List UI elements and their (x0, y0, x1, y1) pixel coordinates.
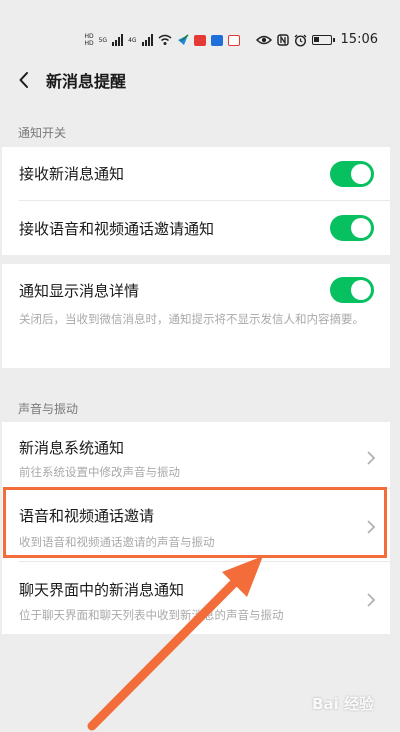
section-label-sound-vibration: 声音与振动 (18, 402, 79, 416)
row-subtitle: 位于聊天界面和聊天列表中收到新消息的声音与振动 (19, 608, 284, 622)
network-5g-label: 5G (98, 36, 108, 44)
show-details-toggle[interactable] (330, 277, 374, 303)
row-subtitle: 收到语音和视频通话邀请的声音与振动 (19, 535, 215, 549)
row-chat-new-msg-notification[interactable]: 聊天界面中的新消息通知 位于聊天界面和聊天列表中收到新消息的声音与振动 (2, 562, 390, 634)
app-notification-icon (193, 34, 206, 46)
sound-vibration-card: 新消息系统通知 前往系统设置中修改声音与振动 语音和视频通话邀请 收到语音和视频… (2, 422, 390, 634)
receive-av-invite-toggle[interactable] (330, 215, 374, 241)
row-receive-av-invite[interactable]: 接收语音和视频通话邀请通知 (2, 201, 390, 255)
hd-badge: HD (84, 40, 94, 47)
app-notification-icon (227, 34, 240, 46)
row-title: 聊天界面中的新消息通知 (19, 581, 185, 599)
screen: HD HD 5G 4G 15:06 新消息提醒 通知开关 接收新消息通知 接收语… (0, 0, 400, 732)
page-title: 新消息提醒 (46, 72, 127, 91)
app-notification-icon (210, 34, 223, 46)
row-title: 语音和视频通话邀请 (19, 507, 155, 525)
chevron-right-icon (367, 593, 376, 607)
row-label: 通知显示消息详情 (19, 281, 140, 300)
status-icons: HD HD 5G 4G 15:06 (84, 32, 378, 48)
send-app-icon (177, 34, 189, 45)
chevron-right-icon (367, 520, 376, 534)
receive-new-msg-toggle[interactable] (330, 160, 374, 187)
section-label-notification-switch: 通知开关 (18, 126, 67, 140)
row-label: 接收语音和视频通话邀请通知 (19, 219, 215, 238)
show-details-description: 关闭后，当收到微信消息时，通知提示将不显示发信人和内容摘要。 (19, 312, 364, 326)
clock-time: 15:06 (340, 32, 378, 47)
hd-badge: HD (84, 33, 94, 40)
row-label: 接收新消息通知 (19, 165, 125, 183)
chevron-right-icon (367, 451, 376, 465)
row-new-msg-system-notification[interactable]: 新消息系统通知 前往系统设置中修改声音与振动 (2, 422, 390, 488)
notification-toggle-card: 接收新消息通知 接收语音和视频通话邀请通知 (2, 147, 390, 255)
signal-icon (141, 34, 153, 46)
details-toggle-card: 通知显示消息详情 关闭后，当收到微信消息时，通知提示将不显示发信人和内容摘要。 (2, 264, 390, 368)
eye-icon (255, 35, 272, 45)
battery-icon (311, 35, 335, 45)
network-4g-label: 4G (128, 36, 137, 44)
back-icon[interactable] (2, 58, 46, 102)
status-bar: HD HD 5G 4G 15:06 (0, 0, 400, 56)
watermark-logo: Bai 经验 (312, 695, 374, 713)
row-receive-new-msg[interactable]: 接收新消息通知 (2, 147, 390, 200)
alarm-icon (294, 34, 306, 47)
row-title: 新消息系统通知 (19, 439, 125, 457)
row-show-details[interactable]: 通知显示消息详情 (2, 264, 390, 316)
nav-bar: 新消息提醒 (0, 58, 400, 102)
signal-icon (112, 34, 124, 46)
row-subtitle: 前往系统设置中修改声音与振动 (19, 465, 180, 479)
nfc-icon (276, 34, 289, 46)
row-av-call-invite[interactable]: 语音和视频通话邀请 收到语音和视频通话邀请的声音与振动 (2, 489, 390, 561)
wifi-icon (158, 34, 172, 45)
